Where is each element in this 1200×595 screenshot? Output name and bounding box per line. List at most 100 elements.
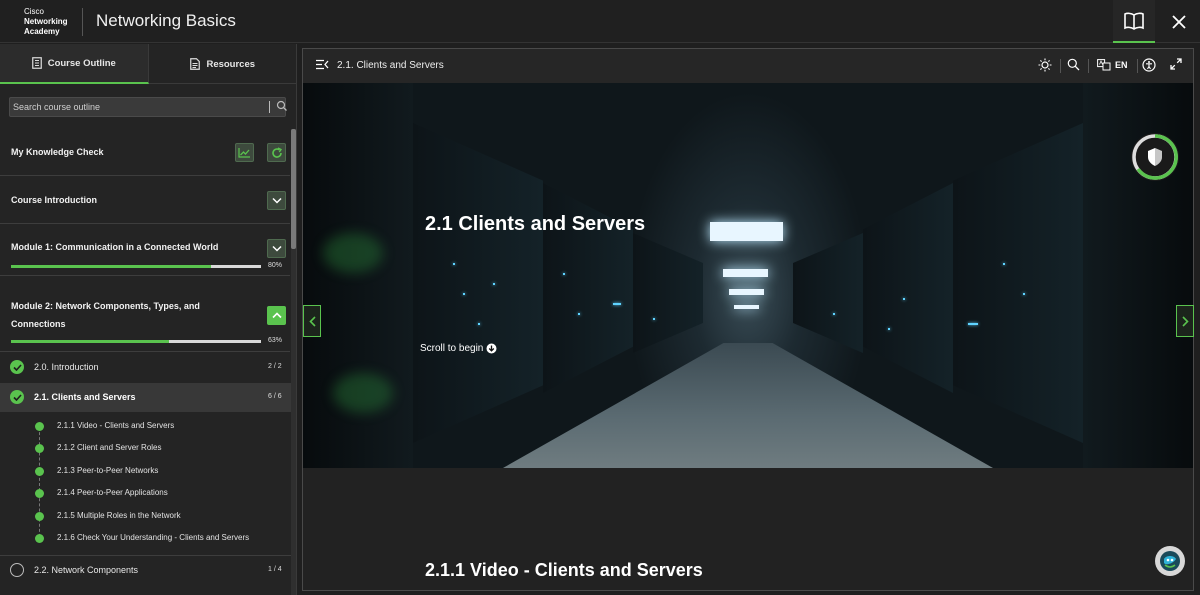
book-button[interactable]	[1113, 0, 1155, 43]
course-title: Networking Basics	[96, 11, 236, 30]
complete-dot	[35, 444, 44, 453]
check-icon	[10, 360, 24, 374]
chevron-left-icon	[308, 315, 316, 327]
logo-line-3: Academy	[24, 27, 60, 36]
next-page-button[interactable]	[1176, 305, 1194, 337]
document-icon	[190, 58, 201, 70]
chevron-down-icon	[271, 245, 282, 252]
topic-2-1-6[interactable]: 2.1.6 Check Your Understanding - Clients…	[0, 527, 291, 549]
search-icon[interactable]	[276, 100, 288, 112]
topic-2-1-5[interactable]: 2.1.5 Multiple Roles in the Network	[0, 505, 291, 527]
lesson-2-0[interactable]: 2.0. Introduction 2 / 2	[0, 353, 291, 382]
search-box	[9, 97, 288, 117]
scrollbar-thumb[interactable]	[291, 129, 296, 249]
tab-resources[interactable]: Resources	[149, 44, 298, 84]
translate-icon	[1097, 59, 1111, 71]
language-selector[interactable]: EN	[1097, 59, 1128, 71]
section-course-introduction[interactable]: Course Introduction	[0, 177, 290, 224]
topic-label: 2.1.3 Peer-to-Peer Networks	[57, 466, 159, 475]
lesson-2-2[interactable]: 2.2. Network Components 1 / 4	[0, 555, 291, 584]
book-icon	[1124, 12, 1144, 30]
top-bar: Cisco Networking Academy Networking Basi…	[0, 0, 1200, 43]
scroll-hint[interactable]: Scroll to begin	[420, 343, 497, 354]
sidebar: Course Outline Resources My Knowledge Ch…	[0, 44, 297, 595]
search-icon[interactable]	[1067, 58, 1080, 71]
arrow-down-circle-icon	[486, 343, 497, 354]
topic-label: 2.1.1 Video - Clients and Servers	[57, 421, 175, 430]
breadcrumb: 2.1. Clients and Servers	[337, 60, 444, 71]
knowledge-check-row: My Knowledge Check	[0, 129, 290, 176]
logo-line-2: Networking	[24, 17, 68, 26]
search-divider	[269, 101, 270, 113]
refresh-button[interactable]	[267, 143, 286, 162]
header-divider	[1088, 59, 1089, 73]
section-title-line-1: Module 2: Network Components, Types, and	[11, 301, 200, 311]
complete-dot	[35, 467, 44, 476]
logo-divider	[82, 8, 83, 36]
topic-2-1-3[interactable]: 2.1.3 Peer-to-Peer Networks	[0, 460, 291, 482]
search-input[interactable]	[13, 98, 258, 116]
content-panel: 2.1. Clients and Servers EN 2.1 Clients …	[302, 48, 1194, 591]
logo-line-1: Cisco	[24, 7, 45, 16]
chevron-right-icon	[1181, 315, 1189, 327]
topic-label: 2.1.6 Check Your Understanding - Clients…	[57, 533, 250, 542]
section-title: Module 1: Communication in a Connected W…	[11, 242, 219, 252]
chevron-down-icon	[271, 197, 282, 204]
section-title: Course Introduction	[11, 195, 97, 205]
lesson-2-1[interactable]: 2.1. Clients and Servers 6 / 6	[0, 383, 291, 412]
header-divider	[1137, 59, 1138, 73]
previous-page-button[interactable]	[303, 305, 321, 337]
complete-dot	[35, 489, 44, 498]
expand-button[interactable]	[267, 239, 286, 258]
tab-resources-label: Resources	[206, 58, 256, 70]
knowledge-check-label: My Knowledge Check	[11, 147, 104, 157]
progress-bar	[11, 340, 261, 343]
progress-percent: 80%	[268, 262, 283, 269]
close-button[interactable]	[1157, 0, 1200, 43]
fullscreen-icon[interactable]	[1170, 58, 1182, 70]
sidebar-scrollbar[interactable]	[291, 129, 296, 595]
section-module-1[interactable]: Module 1: Communication in a Connected W…	[0, 225, 290, 276]
complete-dot	[35, 512, 44, 521]
section-heading: 2.1.1 Video - Clients and Servers	[425, 560, 703, 580]
outline-icon	[31, 57, 42, 69]
lesson-count: 6 / 6	[268, 393, 282, 400]
topic-2-1-4[interactable]: 2.1.4 Peer-to-Peer Applications	[0, 482, 291, 504]
expand-button[interactable]	[267, 191, 286, 210]
hero-banner: 2.1 Clients and Servers Scroll to begin	[303, 83, 1193, 468]
section-module-2[interactable]: Module 2: Network Components, Types, and…	[0, 277, 290, 352]
topic-label: 2.1.2 Client and Server Roles	[57, 443, 162, 452]
progress-percent: 63%	[268, 337, 283, 344]
lesson-label: 2.1. Clients and Servers	[34, 392, 136, 402]
hero-title: 2.1 Clients and Servers	[425, 213, 646, 235]
chart-icon	[238, 148, 250, 158]
refresh-icon	[271, 146, 282, 158]
tab-course-outline-label: Course Outline	[47, 57, 116, 69]
complete-dot	[35, 534, 44, 543]
lesson-label: 2.2. Network Components	[34, 565, 139, 575]
language-label: EN	[1115, 60, 1128, 70]
menu-collapse-icon[interactable]	[315, 59, 329, 70]
progress-chart-button[interactable]	[235, 143, 254, 162]
tab-course-outline[interactable]: Course Outline	[0, 44, 149, 84]
check-icon	[10, 390, 24, 404]
chevron-up-icon	[271, 312, 282, 319]
brightness-icon[interactable]	[1038, 58, 1052, 72]
collapse-button[interactable]	[267, 306, 286, 325]
assistant-icon	[1160, 551, 1180, 571]
header-divider	[1060, 59, 1061, 73]
cisco-logo[interactable]: Cisco Networking Academy	[24, 7, 68, 37]
topic-2-1-2[interactable]: 2.1.2 Client and Server Roles	[0, 437, 291, 459]
lesson-label: 2.0. Introduction	[34, 362, 99, 372]
close-icon	[1171, 14, 1186, 29]
section-title-line-2: Connections	[11, 319, 66, 329]
accessibility-icon[interactable]	[1142, 58, 1156, 72]
lesson-count: 1 / 4	[268, 566, 282, 573]
lesson-count: 2 / 2	[268, 363, 282, 370]
topic-2-1-1[interactable]: 2.1.1 Video - Clients and Servers	[0, 415, 291, 437]
assistant-button[interactable]	[1155, 546, 1185, 576]
scroll-hint-label: Scroll to begin	[420, 343, 484, 354]
topic-label: 2.1.5 Multiple Roles in the Network	[57, 511, 181, 520]
sidebar-tabs: Course Outline Resources	[0, 44, 297, 84]
content-header: 2.1. Clients and Servers EN	[303, 49, 1193, 83]
